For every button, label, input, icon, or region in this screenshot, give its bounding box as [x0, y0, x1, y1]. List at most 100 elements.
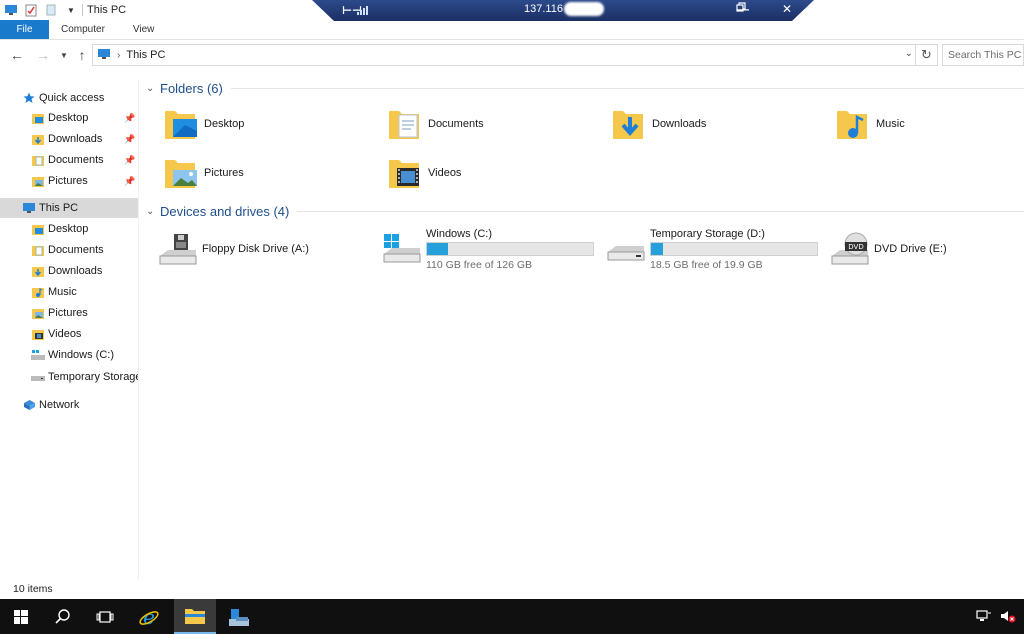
task-view-icon [96, 610, 114, 623]
desktop-folder-icon [31, 111, 45, 125]
drive-tile-windows-c[interactable]: Windows (C:) 110 GB free of 126 GB [382, 227, 594, 271]
sidebar-item-qa-desktop[interactable]: Desktop 📌 [0, 108, 138, 128]
folder-label: Documents [428, 118, 484, 130]
sidebar-item-desktop[interactable]: Desktop [0, 219, 138, 239]
navigation-pane: Quick access Desktop 📌 Downloads 📌 Docum… [0, 80, 139, 580]
tab-computer[interactable]: Computer [49, 20, 119, 39]
taskbar: e [0, 599, 1024, 634]
customize-toolbar-icon[interactable]: ▼ [64, 3, 78, 17]
this-pc-icon [97, 48, 111, 63]
network-status-icon[interactable] [976, 609, 992, 626]
sidebar-item-windows-c[interactable]: Windows (C:) [0, 345, 138, 365]
address-row: ← → ▼ ↑ › This PC ⌄ ↻ Search This PC [0, 44, 1024, 66]
group-divider [230, 87, 1024, 89]
tab-view[interactable]: View [119, 20, 169, 39]
volume-muted-icon[interactable] [1000, 609, 1016, 626]
refresh-icon[interactable]: ↻ [916, 44, 938, 66]
start-button[interactable] [0, 599, 42, 634]
folder-tile-pictures[interactable]: Pictures [160, 151, 244, 195]
sidebar-item-qa-downloads[interactable]: Downloads 📌 [0, 129, 138, 149]
search-input[interactable]: Search This PC [942, 44, 1024, 66]
sidebar-item-downloads[interactable]: Downloads [0, 261, 138, 281]
folder-label: Music [876, 118, 905, 130]
properties-icon[interactable] [24, 3, 38, 17]
folder-tile-downloads[interactable]: Downloads [608, 102, 706, 146]
rdp-close-icon[interactable]: ✕ [780, 2, 794, 16]
drive-tile-dvd[interactable]: DVD DVD Drive (E:) [830, 227, 947, 271]
tab-file[interactable]: File [0, 20, 49, 39]
videos-folder-icon [31, 327, 45, 341]
pin-icon[interactable]: 📌 [124, 155, 135, 166]
address-bar[interactable]: › This PC ⌄ [92, 44, 916, 66]
recent-locations-icon[interactable]: ▼ [54, 45, 74, 65]
sidebar-item-videos[interactable]: Videos [0, 324, 138, 344]
sidebar-item-pictures[interactable]: Pictures [0, 303, 138, 323]
collapse-chevron-icon[interactable]: ⌄ [146, 206, 160, 217]
group-title: Folders (6) [160, 80, 223, 96]
sidebar-item-network[interactable]: Network [0, 395, 138, 415]
drive-usage-bar [650, 241, 818, 256]
documents-folder-icon [31, 243, 45, 257]
sidebar-item-label: Downloads [48, 133, 103, 145]
forward-arrow-icon[interactable]: → [33, 45, 53, 65]
folder-tile-desktop[interactable]: Desktop [160, 102, 244, 146]
music-folder-icon [832, 104, 872, 144]
sidebar-item-label: Pictures [48, 307, 88, 319]
folder-tile-videos[interactable]: Videos [384, 151, 461, 195]
task-view-button[interactable] [84, 599, 126, 634]
folders-group-header[interactable]: ⌄ Folders (6) [146, 78, 1024, 98]
downloads-folder-icon [31, 264, 45, 278]
sidebar-item-music[interactable]: Music [0, 282, 138, 302]
breadcrumb-chevron-icon[interactable]: › [117, 50, 120, 61]
folder-tile-documents[interactable]: Documents [384, 102, 484, 146]
connection-quality-icon[interactable] [357, 4, 368, 15]
pin-icon[interactable]: 📌 [124, 113, 135, 124]
drive-free-space: 110 GB free of 126 GB [426, 258, 533, 271]
ribbon-tabs: File Computer View [0, 20, 1024, 40]
folder-tile-music[interactable]: Music [832, 102, 905, 146]
collapse-chevron-icon[interactable]: ⌄ [146, 83, 160, 94]
desktop-folder-icon [31, 222, 45, 236]
star-icon [22, 91, 36, 105]
content-pane: ⌄ Folders (6) Desktop Documents Download… [140, 70, 1024, 580]
item-count: 10 items [13, 583, 53, 595]
breadcrumb[interactable]: This PC [126, 49, 165, 61]
address-dropdown-icon[interactable]: ⌄ [905, 48, 913, 59]
drive-tile-temporary-storage[interactable]: Temporary Storage (D:) 18.5 GB free of 1… [606, 227, 818, 271]
sidebar-item-temporary-storage[interactable]: Temporary Storage ( [0, 367, 138, 387]
floppy-drive-icon [158, 229, 198, 269]
pin-icon[interactable]: 📌 [124, 134, 135, 145]
new-folder-icon[interactable] [44, 3, 58, 17]
drive-tile-floppy[interactable]: Floppy Disk Drive (A:) [158, 227, 309, 271]
up-arrow-icon[interactable]: ↑ [72, 45, 92, 65]
sidebar-item-quick-access[interactable]: Quick access [0, 88, 138, 108]
sidebar-item-label: This PC [39, 202, 79, 214]
svg-text:DVD: DVD [848, 243, 863, 251]
file-explorer-button[interactable] [174, 599, 216, 634]
desktop-folder-icon [160, 104, 200, 144]
sidebar-item-label: Documents [48, 154, 104, 166]
folder-label: Pictures [204, 167, 244, 179]
sidebar-item-documents[interactable]: Documents [0, 240, 138, 260]
drive-icon [31, 370, 45, 384]
svg-text:e: e [143, 606, 155, 628]
group-title: Devices and drives (4) [160, 203, 290, 219]
drives-group-header[interactable]: ⌄ Devices and drives (4) [146, 201, 1024, 221]
sidebar-item-qa-documents[interactable]: Documents 📌 [0, 150, 138, 170]
sidebar-item-label: Quick access [39, 92, 105, 104]
server-manager-icon [229, 608, 249, 626]
sidebar-item-label: Music [48, 286, 77, 298]
remote-connection-bar: ⊢⊣ 137.116 — ✕ [312, 0, 814, 22]
back-arrow-icon[interactable]: ← [7, 45, 27, 65]
internet-explorer-button[interactable]: e [128, 599, 170, 634]
windows-drive-icon [31, 348, 45, 362]
server-manager-button[interactable] [218, 599, 260, 634]
sidebar-item-label: Videos [48, 328, 82, 340]
sidebar-item-this-pc[interactable]: This PC [0, 198, 138, 218]
search-button[interactable] [42, 599, 84, 634]
sidebar-item-label: Desktop [48, 223, 89, 235]
drive-label: DVD Drive (E:) [874, 243, 947, 255]
sidebar-item-qa-pictures[interactable]: Pictures 📌 [0, 171, 138, 191]
rdp-restore-icon[interactable] [736, 2, 772, 16]
pin-icon[interactable]: 📌 [124, 176, 135, 187]
